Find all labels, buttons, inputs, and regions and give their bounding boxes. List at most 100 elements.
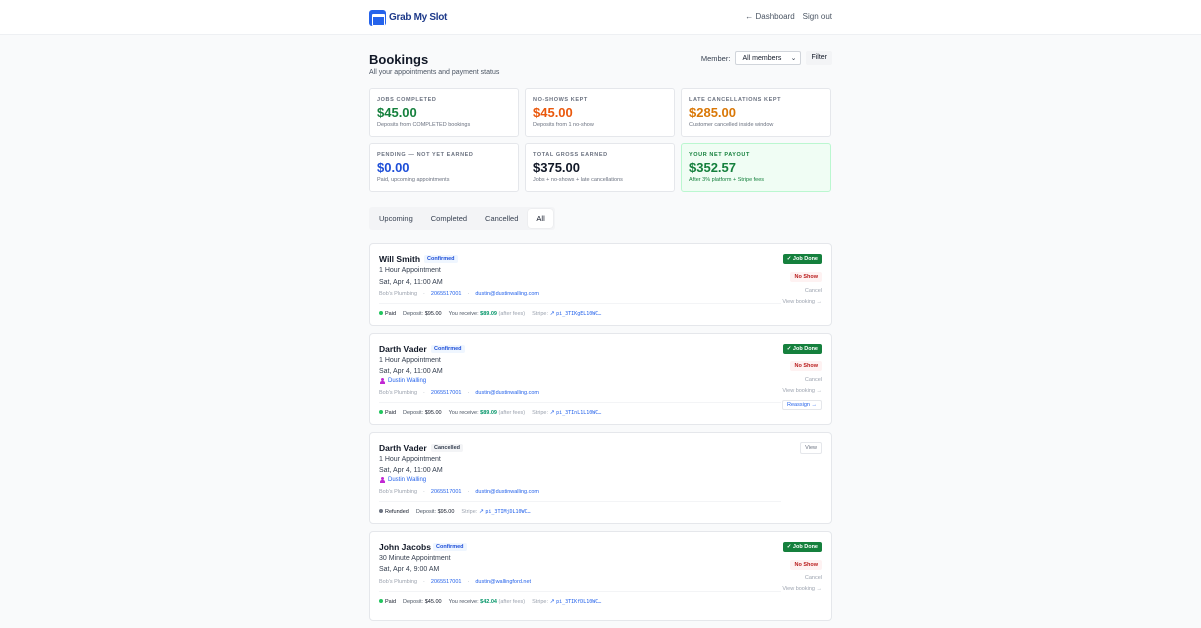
service-name: 1 Hour Appointment — [379, 357, 441, 364]
email-link[interactable]: dustin@dustinwalling.com — [475, 291, 539, 297]
stripe-info: Stripe: ↗ pi_3TInL1L10WC… — [532, 410, 602, 416]
payment-status: Paid — [379, 310, 396, 317]
job-done-button[interactable]: ✓ Job Done — [782, 254, 822, 264]
payment-status: Paid — [379, 598, 396, 605]
business-name: Bob's Plumbing — [379, 390, 418, 396]
brand-name: Grab My Slot — [389, 12, 448, 23]
stripe-payment-link[interactable]: pi_3TIMjDL10WC… — [485, 509, 530, 515]
tab-cancelled[interactable]: Cancelled — [477, 209, 526, 228]
payment-row: Paid Deposit: $45.00 You receive: $42.04… — [379, 598, 601, 605]
email-link[interactable]: dustin@wallingford.net — [475, 579, 531, 585]
receive-info: You receive: $89.09 (after fees) — [448, 310, 526, 317]
separator-dot: · — [467, 579, 470, 585]
email-link[interactable]: dustin@dustinwalling.com — [475, 489, 539, 495]
bookings-list: Will Smith Confirmed 1 Hour Appointment … — [369, 243, 832, 621]
stat-note: Deposits from COMPLETED bookings — [377, 122, 471, 128]
separator-dot: · — [423, 291, 425, 297]
stripe-info: Stripe: ↗ pi_3TIKfDL10WC… — [532, 599, 602, 605]
cancel-button[interactable]: Cancel — [805, 377, 822, 383]
view-booking-link[interactable]: View booking → — [782, 586, 822, 592]
stat-card: JOBS COMPLETED $45.00 Deposits from COMP… — [369, 88, 519, 137]
stat-note: Jobs + no-shows + late cancellations — [533, 177, 623, 183]
booking-card: John Jacobs Confirmed 30 Minute Appointm… — [369, 531, 832, 621]
phone-link[interactable]: 2065517001 — [431, 489, 462, 495]
job-done-button[interactable]: ✓ Job Done — [782, 344, 822, 354]
status-dot — [379, 409, 383, 414]
divider — [379, 591, 781, 592]
status-dot — [379, 598, 383, 603]
stat-value: $45.00 — [533, 105, 573, 120]
stat-value: $45.00 — [377, 105, 417, 120]
calendar-logo-icon — [369, 9, 386, 26]
view-booking-link[interactable]: View booking → — [782, 388, 822, 394]
reassign-button[interactable]: Reassign → — [782, 400, 822, 410]
job-done-button[interactable]: ✓ Job Done — [782, 542, 822, 552]
view-button[interactable]: View — [800, 442, 822, 454]
assignee[interactable]: Dustin Walling — [379, 378, 426, 384]
stat-note: After 3% platform + Stripe fees — [689, 177, 765, 183]
brand-logo[interactable]: Grab My Slot — [369, 9, 447, 26]
assignee[interactable]: Dustin Walling — [379, 477, 426, 483]
receive-info: You receive: $42.04 (after fees) — [448, 598, 526, 605]
deposit-info: Deposit: $95.00 — [415, 508, 455, 515]
contact-row: Bob's Plumbing · 2065517001 · dustin@dus… — [379, 291, 539, 297]
stat-value: $285.00 — [689, 105, 736, 120]
deposit-info: Deposit: $45.00 — [403, 598, 442, 605]
stripe-payment-link[interactable]: pi_3TIKgEL10WC… — [556, 311, 601, 317]
customer-name: Darth Vader — [379, 443, 427, 453]
stat-card: PENDING — NOT YET EARNED $0.00 Paid, upc… — [369, 143, 519, 192]
stat-card: TOTAL GROSS EARNED $375.00 Jobs + no-sho… — [525, 143, 675, 192]
stat-value: $352.57 — [689, 160, 736, 175]
status-dot — [379, 310, 383, 315]
phone-link[interactable]: 2065517001 — [431, 390, 462, 396]
status-badge: Cancelled — [431, 444, 463, 452]
status-tabs: Upcoming Completed Cancelled All — [369, 207, 555, 230]
tab-all[interactable]: All — [528, 209, 553, 228]
stripe-payment-link[interactable]: pi_3TInL1L10WC… — [556, 410, 601, 416]
payment-row: Paid Deposit: $95.00 You receive: $89.09… — [379, 409, 601, 416]
sign-out-link[interactable]: Sign out — [803, 12, 832, 21]
phone-link[interactable]: 2065517001 — [431, 291, 462, 297]
external-link-icon: ↗ — [478, 509, 484, 515]
net-payout-card: YOUR NET PAYOUT $352.57 After 3% platfor… — [681, 143, 831, 192]
cancel-button[interactable]: Cancel — [805, 575, 822, 581]
top-bar: Grab My Slot ← Dashboard Sign out — [0, 0, 1201, 35]
status-badge: Confirmed — [424, 255, 458, 263]
external-link-icon: ↗ — [549, 410, 555, 416]
member-select[interactable]: All members ⌄ — [735, 51, 802, 65]
tab-upcoming[interactable]: Upcoming — [371, 209, 421, 228]
contact-row: Bob's Plumbing · 2065517001 · dustin@dus… — [379, 489, 539, 495]
payment-row: Refunded Deposit: $95.00 Stripe: ↗ pi_3T… — [379, 508, 531, 515]
member-label: Member: — [700, 53, 731, 63]
phone-link[interactable]: 2065517001 — [431, 579, 462, 585]
external-link-icon: ↗ — [549, 311, 555, 317]
dashboard-link[interactable]: ← Dashboard — [745, 12, 794, 21]
appointment-datetime: Sat, Apr 4, 11:00 AM — [379, 467, 443, 474]
stat-label: YOUR NET PAYOUT — [689, 152, 750, 158]
member-filter: Member: All members ⌄ Filter — [701, 51, 832, 65]
person-icon — [379, 378, 385, 384]
stat-note: Deposits from 1 no-show — [533, 122, 594, 128]
member-selected-value: All members — [742, 55, 782, 62]
page-header: Bookings All your appointments and payme… — [369, 35, 832, 88]
no-show-button[interactable]: No Show — [790, 272, 822, 282]
deposit-info: Deposit: $95.00 — [403, 310, 442, 317]
tab-completed[interactable]: Completed — [423, 209, 475, 228]
cancel-button[interactable]: Cancel — [805, 288, 822, 294]
filter-button[interactable]: Filter — [806, 51, 832, 65]
stat-card: LATE CANCELLATIONS KEPT $285.00 Customer… — [681, 88, 831, 137]
payment-status: Refunded — [379, 508, 409, 515]
no-show-button[interactable]: No Show — [790, 560, 822, 570]
view-booking-link[interactable]: View booking → — [782, 299, 822, 305]
status-badge: Confirmed — [431, 345, 465, 353]
status-dot — [379, 508, 383, 513]
chevron-down-icon: ⌄ — [790, 55, 797, 62]
customer-name: Darth Vader — [379, 344, 427, 354]
stat-label: NO-SHOWS KEPT — [533, 97, 588, 103]
separator-dot: · — [423, 390, 425, 396]
customer-name: John Jacobs — [379, 542, 431, 552]
business-name: Bob's Plumbing — [379, 579, 418, 585]
no-show-button[interactable]: No Show — [790, 361, 822, 371]
booking-card: Darth Vader Cancelled 1 Hour Appointment… — [369, 432, 832, 524]
email-link[interactable]: dustin@dustinwalling.com — [475, 390, 539, 396]
